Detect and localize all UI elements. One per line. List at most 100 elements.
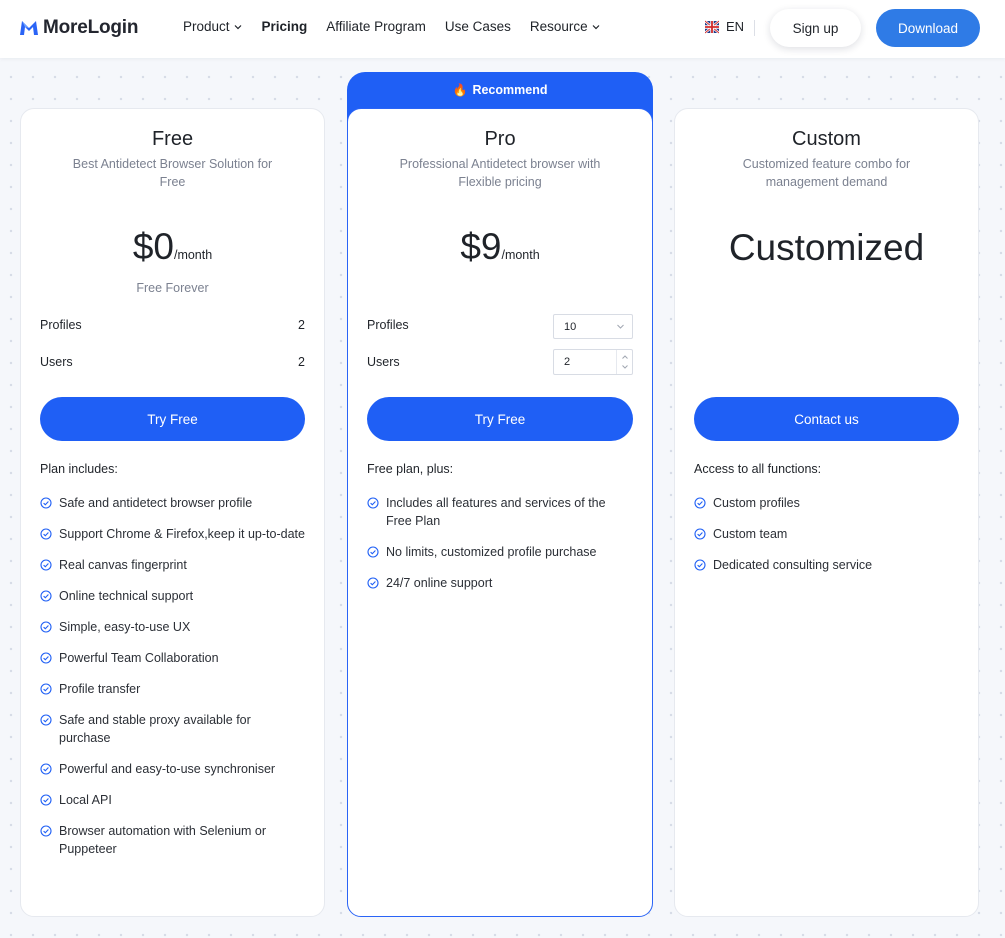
feature-item: Powerful Team Collaboration — [40, 649, 305, 667]
check-circle-icon — [40, 794, 52, 806]
chevron-up-icon[interactable] — [621, 353, 629, 361]
feature-text: Powerful and easy-to-use synchroniser — [59, 762, 276, 776]
nav-item-resource[interactable]: Resource — [530, 19, 601, 34]
plan-card-free: Free Best Antidetect Browser Solution fo… — [20, 108, 325, 917]
logo-text: MoreLogin — [43, 17, 139, 38]
download-button[interactable]: Download — [876, 9, 980, 47]
feature-text: Powerful Team Collaboration — [59, 651, 219, 665]
price-period: /month — [501, 248, 540, 262]
nav-item-label: Affiliate Program — [326, 19, 426, 34]
plan-card-custom: Custom Customized feature combo for mana… — [674, 108, 979, 917]
nav-item-label: Product — [183, 19, 230, 34]
plan-name: Custom — [792, 128, 861, 150]
feature-text: Profile transfer — [59, 682, 141, 696]
site-header: MoreLogin Product Pricing Affiliate Prog… — [0, 0, 1005, 58]
users-label: Users — [367, 355, 400, 369]
feature-item: Browser automation with Selenium or Pupp… — [40, 822, 305, 858]
feature-text: Safe and stable proxy available for purc… — [59, 713, 251, 745]
price-amount: $0 — [132, 226, 174, 267]
feature-text: Includes all features and services of th… — [386, 496, 606, 528]
feature-text: Custom profiles — [713, 496, 800, 510]
check-circle-icon — [367, 546, 379, 558]
feature-item: Custom team — [694, 525, 959, 543]
plan-price: Customized — [728, 227, 925, 268]
nav-item-label: Pricing — [261, 19, 308, 34]
check-circle-icon — [694, 528, 706, 540]
check-circle-icon — [694, 497, 706, 509]
nav-item-product[interactable]: Product — [183, 19, 243, 34]
feature-list: Custom profiles Custom team Dedicated cons… — [694, 494, 959, 587]
users-label: Users — [40, 355, 73, 369]
plan-description: Professional Antidetect browser with Fle… — [399, 157, 601, 189]
main-nav: Product Pricing Affiliate Program Use Ca… — [183, 19, 620, 34]
plan-name: Free — [151, 128, 194, 150]
feature-item: Profile transfer — [40, 680, 305, 698]
feature-text: Online technical support — [59, 589, 194, 603]
check-circle-icon — [40, 559, 52, 571]
price-period: /month — [173, 248, 213, 262]
price-amount: $9 — [460, 226, 502, 267]
nav-item-affiliate-program[interactable]: Affiliate Program — [326, 19, 426, 34]
try-free-button[interactable]: Try Free — [367, 397, 633, 441]
chevron-down-icon — [592, 24, 600, 29]
feature-item: Dedicated consulting service — [694, 556, 959, 574]
feature-list: Includes all features and services of th… — [367, 494, 633, 605]
plan-card-pro: Pro Professional Antidetect browser with… — [347, 108, 653, 917]
feature-item: Support Chrome & Firefox,keep it up-to-d… — [40, 525, 305, 543]
nav-item-label: Resource — [529, 19, 588, 34]
feature-item: No limits, customized profile purchase — [367, 543, 633, 561]
feature-item: Safe and stable proxy available for purc… — [40, 711, 305, 747]
includes-title: Plan includes: — [40, 462, 118, 476]
check-circle-icon — [40, 528, 52, 540]
feature-text: Simple, easy-to-use UX — [59, 620, 191, 634]
feature-text: Browser automation with Selenium or Pupp… — [59, 824, 267, 856]
morelogin-logo-icon — [20, 21, 38, 35]
price-subnote: Free Forever — [136, 281, 209, 295]
users-stepper[interactable]: 2 — [553, 349, 633, 375]
stepper-arrows — [616, 350, 632, 374]
check-circle-icon — [40, 497, 52, 509]
plan-description: Best Antidetect Browser Solution for Fre… — [72, 157, 273, 189]
includes-title: Access to all functions: — [694, 462, 822, 476]
check-circle-icon — [694, 559, 706, 571]
check-circle-icon — [40, 763, 52, 775]
signup-button[interactable]: Sign up — [770, 9, 861, 47]
feature-item: Local API — [40, 791, 305, 809]
plan-name: Pro — [484, 128, 516, 150]
contact-us-button[interactable]: Contact us — [694, 397, 959, 441]
feature-text: Real canvas fingerprint — [59, 558, 187, 572]
profiles-label: Profiles — [367, 318, 409, 332]
profiles-label: Profiles — [40, 318, 82, 332]
chevron-down-icon — [617, 324, 624, 329]
feature-item: Custom profiles — [694, 494, 959, 512]
check-circle-icon — [367, 497, 379, 509]
feature-item: 24/7 online support — [367, 574, 633, 592]
users-row: Users 2 — [40, 352, 305, 372]
feature-text: Dedicated consulting service — [713, 558, 873, 572]
users-stepper-value: 2 — [564, 356, 571, 368]
feature-item: Real canvas fingerprint — [40, 556, 305, 574]
check-circle-icon — [40, 621, 52, 633]
feature-text: Custom team — [713, 527, 788, 541]
profiles-select[interactable]: 10 — [553, 314, 633, 339]
uk-flag-icon — [705, 19, 719, 34]
try-free-button[interactable]: Try Free — [40, 397, 305, 441]
feature-text: 24/7 online support — [386, 576, 493, 590]
header-divider — [754, 20, 755, 36]
feature-text: Support Chrome & Firefox,keep it up-to-d… — [59, 527, 305, 541]
feature-text: Local API — [59, 793, 112, 807]
chevron-down-icon[interactable] — [621, 363, 629, 371]
language-selector[interactable]: EN — [705, 19, 744, 34]
feature-list: Safe and antidetect browser profile Suppo… — [40, 494, 305, 871]
chevron-down-icon — [234, 24, 241, 29]
check-circle-icon — [40, 825, 52, 837]
check-circle-icon — [367, 577, 379, 589]
includes-title: Free plan, plus: — [367, 462, 454, 476]
nav-item-use-cases[interactable]: Use Cases — [445, 19, 511, 34]
logo[interactable]: MoreLogin — [19, 15, 138, 41]
feature-item: Includes all features and services of th… — [367, 494, 633, 530]
feature-item: Simple, easy-to-use UX — [40, 618, 305, 636]
nav-item-pricing[interactable]: Pricing — [262, 19, 308, 34]
language-label: EN — [726, 19, 745, 34]
feature-text: No limits, customized profile purchase — [386, 545, 597, 559]
